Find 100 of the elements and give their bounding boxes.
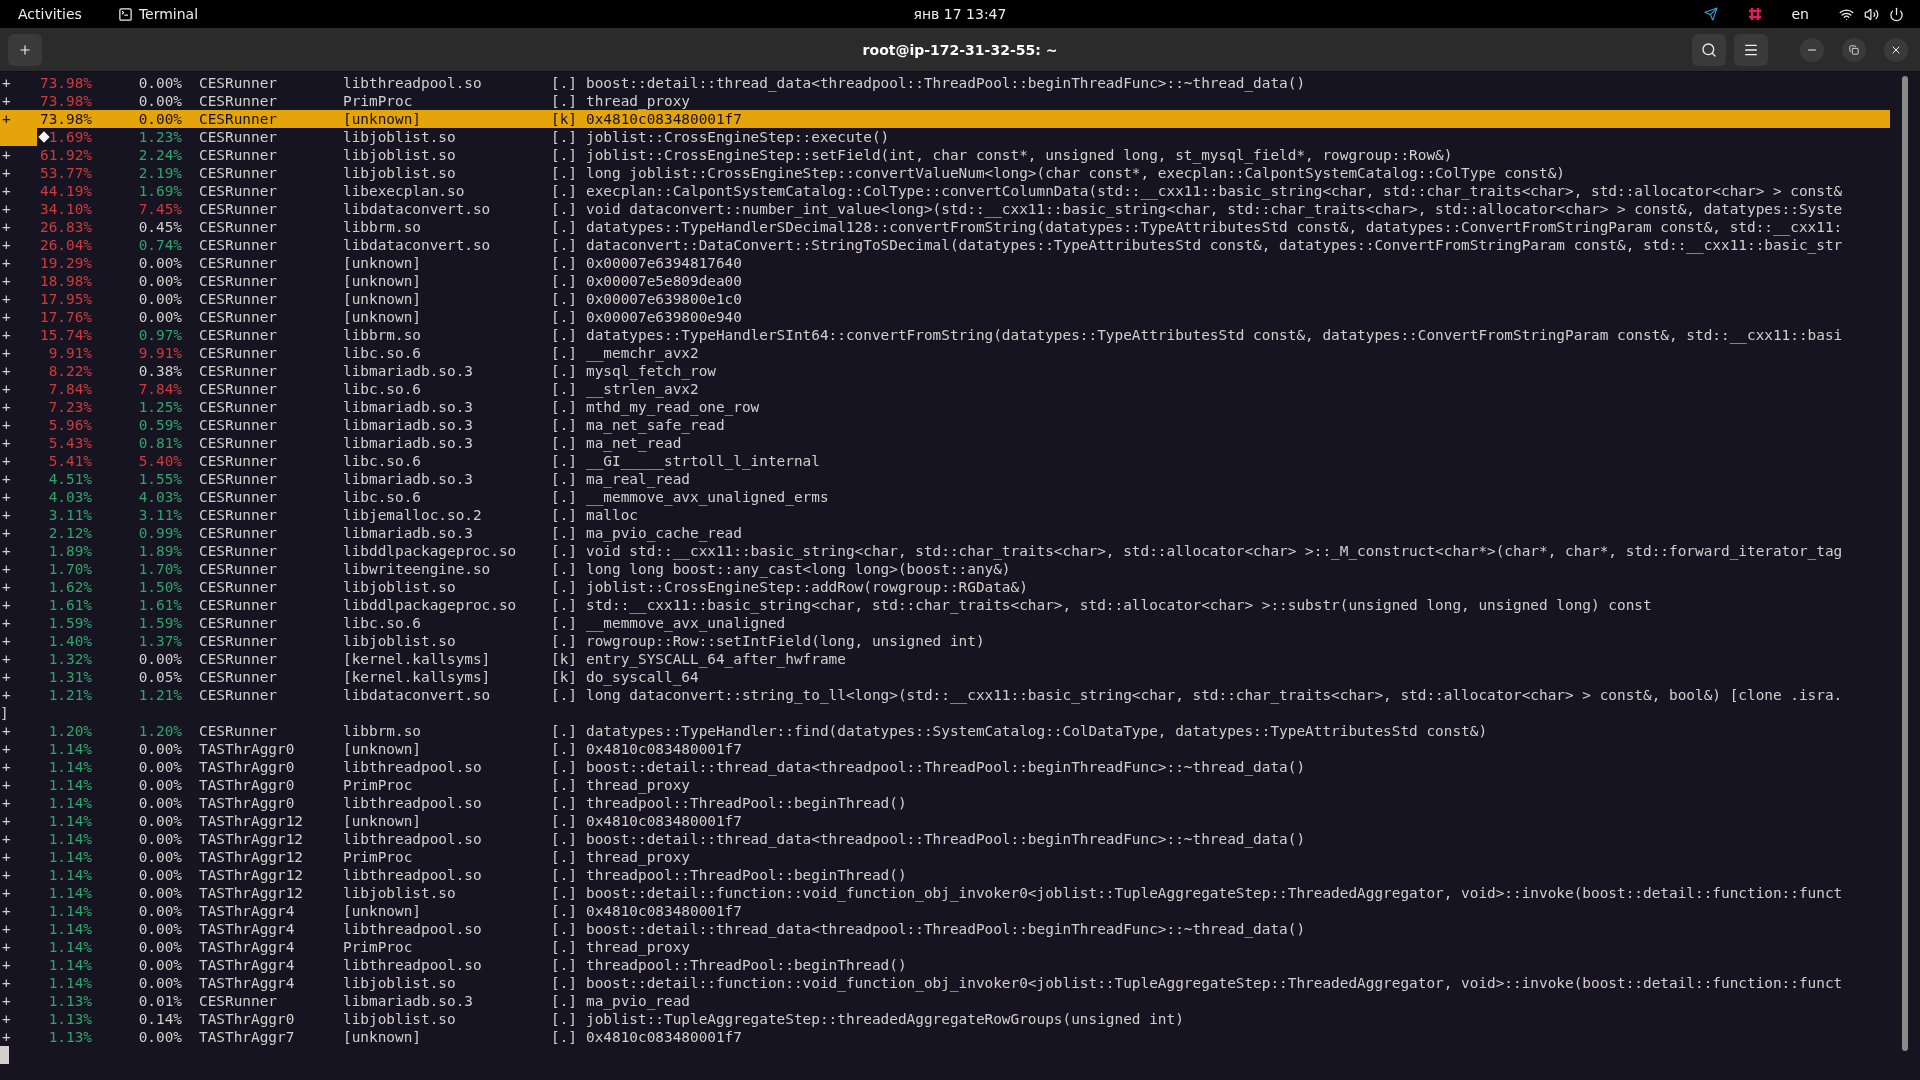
expand-toggle[interactable]: + <box>0 668 18 686</box>
selected-row[interactable]: + 73.98% 0.00% CESRunner [unknown] [k] 0x4810c083480001f7 <box>0 110 1890 128</box>
expand-toggle[interactable]: + <box>0 596 18 614</box>
language-indicator[interactable]: en <box>1791 6 1809 22</box>
expand-toggle[interactable]: + <box>0 74 18 92</box>
expand-toggle[interactable]: + <box>0 326 18 344</box>
menu-button[interactable] <box>1734 33 1768 66</box>
self-percent: 0.74% <box>138 236 182 254</box>
children-percent: 26.04% <box>40 236 92 254</box>
expand-toggle[interactable]: + <box>0 524 18 542</box>
children-percent: 19.29% <box>40 254 92 272</box>
search-button[interactable] <box>1692 33 1726 66</box>
command-cell-text: CESRunner <box>199 416 278 434</box>
expand-toggle[interactable]: + <box>0 290 18 308</box>
expand-toggle[interactable]: + <box>0 866 18 884</box>
expand-toggle[interactable]: + <box>0 776 18 794</box>
expand-toggle[interactable]: + <box>0 506 18 524</box>
expand-toggle[interactable]: + <box>0 614 18 632</box>
privilege-tag: [.] <box>551 866 586 884</box>
expand-toggle[interactable]: + <box>0 578 18 596</box>
command-cell-text: CESRunner <box>199 290 278 308</box>
expand-toggle[interactable]: + <box>0 740 18 758</box>
new-tab-button[interactable] <box>8 33 42 66</box>
children-percent: 1.13% <box>48 992 92 1010</box>
symbol-cell-text: __strlen_avx2 <box>586 380 700 398</box>
expand-toggle[interactable]: + <box>0 164 18 182</box>
symbol-cell-text: boost::detail::function::void_function_obj_invoker0<joblist::TupleAggregateStep::ThreadedAggregator, void>::invoke(boost::detail::function::funct <box>586 884 1844 902</box>
restore-button[interactable] <box>1842 37 1866 62</box>
expand-toggle[interactable]: + <box>0 254 18 272</box>
symbol-cell-text: ma_net_safe_read <box>586 416 726 434</box>
expand-toggle[interactable]: + <box>0 974 18 992</box>
expand-toggle[interactable]: + <box>0 488 18 506</box>
expand-toggle[interactable]: + <box>0 452 18 470</box>
hash-icon[interactable] <box>1747 7 1762 21</box>
expand-toggle[interactable]: + <box>0 434 18 452</box>
command-cell-text: CESRunner <box>199 686 278 704</box>
expand-toggle[interactable]: + <box>0 812 18 830</box>
expand-toggle[interactable]: + <box>0 308 18 326</box>
privilege-tag: [.] <box>551 812 586 830</box>
expand-toggle[interactable]: + <box>0 1010 18 1028</box>
expand-toggle[interactable]: + <box>0 992 18 1010</box>
expand-toggle[interactable]: + <box>0 560 18 578</box>
volume-icon[interactable] <box>1864 6 1879 22</box>
activities-button[interactable]: Activities <box>18 6 82 22</box>
expand-toggle[interactable]: + <box>0 650 18 668</box>
expand-toggle[interactable]: + <box>0 938 18 956</box>
expand-toggle[interactable]: + <box>0 884 18 902</box>
expand-toggle[interactable]: + <box>0 272 18 290</box>
privilege-tag: [.] <box>551 992 586 1010</box>
expand-toggle[interactable]: + <box>0 146 18 164</box>
close-button[interactable] <box>1884 37 1908 62</box>
paper-plane-icon[interactable] <box>1703 7 1718 21</box>
expand-toggle[interactable]: + <box>0 902 18 920</box>
symbol-cell-text: boost::detail::function::void_function_obj_invoker0<joblist::TupleAggregateStep::ThreadedAggregator, void>::invoke(boost::detail::function::funct <box>586 974 1844 992</box>
self-percent: 2.24% <box>138 146 182 164</box>
expand-toggle[interactable]: + <box>0 632 18 650</box>
expand-toggle[interactable]: + <box>0 794 18 812</box>
expand-toggle[interactable]: + <box>0 182 18 200</box>
expand-toggle[interactable]: + <box>0 362 18 380</box>
expand-toggle[interactable]: + <box>0 920 18 938</box>
expand-toggle[interactable]: + <box>0 398 18 416</box>
expand-toggle[interactable]: + <box>0 416 18 434</box>
minimize-button[interactable] <box>1800 37 1824 62</box>
expand-toggle[interactable]: + <box>0 758 18 776</box>
privilege-tag: [.] <box>551 722 586 740</box>
expand-toggle[interactable]: + <box>0 110 18 128</box>
expand-toggle[interactable]: + <box>0 686 18 704</box>
shared-object-cell-text: libc.so.6 <box>343 344 422 362</box>
expand-toggle[interactable]: + <box>0 236 18 254</box>
power-icon[interactable] <box>1889 6 1904 22</box>
expand-toggle[interactable]: + <box>0 200 18 218</box>
shared-object-cell-text: [kernel.kallsyms] <box>343 668 492 686</box>
children-percent: 1.14% <box>48 794 92 812</box>
self-percent: 0.00% <box>138 776 182 794</box>
expand-toggle[interactable]: + <box>0 848 18 866</box>
symbol-cell-text: joblist::CrossEngineStep::execute() <box>586 128 891 146</box>
scrollbar-thumb[interactable] <box>1902 76 1908 1051</box>
command-cell-text: CESRunner <box>199 218 278 236</box>
symbol-cell-text: ma_net_read <box>586 434 683 452</box>
expand-toggle[interactable]: + <box>0 542 18 560</box>
expand-toggle[interactable]: + <box>0 218 18 236</box>
expand-toggle[interactable]: + <box>0 1028 18 1046</box>
self-percent: 3.11% <box>138 506 182 524</box>
app-menu[interactable]: Terminal <box>117 6 199 22</box>
children-percent: 53.77% <box>40 164 92 182</box>
self-percent: 0.99% <box>138 524 182 542</box>
expand-toggle[interactable]: + <box>0 956 18 974</box>
expand-toggle[interactable]: + <box>0 470 18 488</box>
self-percent: 1.89% <box>138 542 182 560</box>
expand-toggle[interactable]: + <box>0 344 18 362</box>
clock[interactable]: янв 17 13:47 <box>913 6 1007 22</box>
expand-toggle[interactable]: + <box>0 830 18 848</box>
children-percent: 1.14% <box>48 830 92 848</box>
expand-toggle[interactable]: + <box>0 722 18 740</box>
wifi-icon[interactable] <box>1839 6 1854 22</box>
shared-object-cell-text: libc.so.6 <box>343 614 422 632</box>
expand-toggle[interactable]: + <box>0 380 18 398</box>
children-percent: 34.10% <box>40 200 92 218</box>
expand-toggle[interactable]: + <box>0 92 18 110</box>
command-cell-text: CESRunner <box>199 74 278 92</box>
